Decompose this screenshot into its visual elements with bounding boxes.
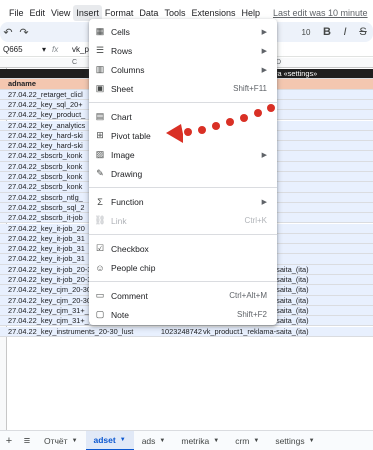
submenu-arrow-icon: ▶ [261, 198, 267, 206]
tab-caret-icon: ▼ [71, 437, 78, 444]
cell-campaign[interactable]: vk_product1_reklama-saita_(ita) [203, 327, 373, 336]
insert-function-item[interactable]: Σ Function ▶ [89, 192, 277, 211]
cell-adname[interactable]: 27.04.22_key_instruments_20-30_lust [8, 327, 148, 336]
link-icon: ⛓ [94, 215, 106, 225]
insert-rows-item[interactable]: ☰ Rows ▶ [89, 41, 277, 60]
sheet-icon: ▣ [95, 83, 105, 93]
insert-link-item: ⛓ Link Ctrl+K [89, 211, 277, 230]
insert-chart-item[interactable]: ▤ Chart [89, 107, 277, 126]
insert-comment-item[interactable]: ▭ Comment Ctrl+Alt+M [89, 286, 277, 305]
insert-cells-item[interactable]: ▦ Cells ▶ [89, 22, 277, 41]
settings-header-note: листа «settings» [262, 69, 318, 78]
sheet-tab-settings[interactable]: settings ▼ [267, 431, 322, 450]
people-chip-icon: ☺ [95, 262, 105, 273]
sheet-tab-report[interactable]: Отчёт ▼ [36, 431, 86, 450]
strikethrough-button[interactable]: S [355, 24, 371, 40]
column-header-c[interactable]: C [72, 59, 77, 66]
insert-drawing-item[interactable]: ✎ Drawing [89, 164, 277, 183]
menu-edit[interactable]: Edit [27, 5, 49, 21]
sheet-tab-ads[interactable]: ads ▼ [134, 431, 174, 450]
tab-caret-icon: ▼ [253, 437, 260, 444]
checkbox-icon: ☑ [95, 243, 105, 253]
last-edit-link[interactable]: Last edit was 10 minute [273, 8, 368, 18]
columns-icon: ▥ [95, 64, 105, 74]
italic-button[interactable]: I [337, 24, 353, 40]
fx-icon: fx [52, 45, 59, 54]
function-icon: Σ [97, 196, 103, 207]
name-box[interactable]: Q665 ▾ [0, 45, 52, 54]
sheet-tab-metrika[interactable]: metrika ▼ [173, 431, 227, 450]
sheet-tab-bar: + ≡ Отчёт ▼ adset ▼ ads ▼ metrika ▼ crm ▼ set… [0, 430, 373, 450]
pivot-table-icon: ⊞ [96, 130, 104, 140]
rows-icon: ☰ [95, 45, 105, 55]
bold-button[interactable]: B [319, 24, 335, 40]
menu-file[interactable]: File [6, 5, 27, 21]
note-icon: ▢ [95, 309, 105, 319]
sheet-tab-crm[interactable]: crm ▼ [227, 431, 267, 450]
redo-icon[interactable]: ↷ [16, 24, 32, 40]
menu-separator [89, 281, 277, 282]
submenu-arrow-icon: ▶ [261, 28, 267, 36]
undo-icon[interactable]: ↶ [0, 24, 16, 40]
submenu-arrow-icon: ▶ [261, 151, 267, 159]
all-sheets-button[interactable]: ≡ [18, 435, 36, 447]
insert-sheet-item[interactable]: ▣ Sheet Shift+F11 [89, 79, 277, 98]
menu-separator [89, 102, 277, 103]
add-sheet-button[interactable]: + [0, 435, 18, 447]
chart-icon: ▤ [95, 111, 105, 121]
toolbar-format-group: 10 B I S [295, 22, 371, 42]
cell-reference: Q665 [3, 45, 23, 54]
insert-people-chip-item[interactable]: ☺ People chip [89, 258, 277, 277]
insert-pivot-table-item[interactable]: ⊞ Pivot table [89, 126, 277, 145]
tab-caret-icon: ▼ [159, 437, 166, 444]
comment-icon: ▭ [95, 290, 105, 300]
cells-icon: ▦ [95, 26, 105, 36]
submenu-arrow-icon: ▶ [261, 66, 267, 74]
name-box-dropdown-icon[interactable]: ▾ [42, 45, 46, 54]
image-icon: ▨ [95, 149, 105, 159]
table-row[interactable]: 27.04.22_key_instruments_20-30_lust 10232… [0, 326, 373, 337]
spreadsheet-app: File Edit View Insert Format Data Tools … [0, 0, 373, 450]
tab-caret-icon: ▼ [213, 437, 220, 444]
insert-menu: ▦ Cells ▶ ☰ Rows ▶ ▥ Columns ▶ ▣ Sheet S… [89, 19, 277, 325]
insert-columns-item[interactable]: ▥ Columns ▶ [89, 60, 277, 79]
menu-separator [89, 234, 277, 235]
insert-image-item[interactable]: ▨ Image ▶ [89, 145, 277, 164]
menu-separator [89, 187, 277, 188]
drawing-icon: ✎ [96, 168, 104, 178]
insert-note-item[interactable]: ▢ Note Shift+F2 [89, 305, 277, 324]
cell-account-id[interactable]: 1023248742 [154, 327, 202, 336]
font-size-input[interactable]: 10 [295, 28, 317, 37]
submenu-arrow-icon: ▶ [261, 47, 267, 55]
menu-view[interactable]: View [48, 5, 73, 21]
tab-caret-icon: ▼ [119, 436, 126, 443]
sheet-tab-adset[interactable]: adset ▼ [85, 430, 134, 450]
insert-checkbox-item[interactable]: ☑ Checkbox [89, 239, 277, 258]
formula-input[interactable]: vk_p [72, 45, 89, 54]
tab-caret-icon: ▼ [308, 437, 315, 444]
